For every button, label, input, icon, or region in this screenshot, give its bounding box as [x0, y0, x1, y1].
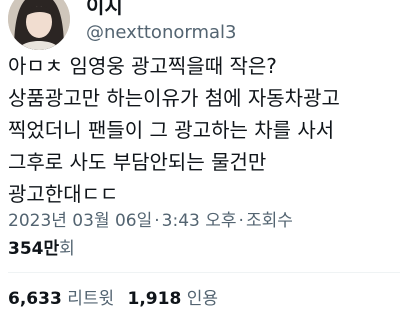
views-number: 354만: [8, 239, 60, 259]
meta-separator: ·: [154, 211, 160, 231]
engagement-stats: 6,633 리트윗 1,918 인용: [8, 284, 226, 309]
retweets-count: 6,633: [8, 289, 62, 309]
retweets-label: 리트윗: [67, 289, 115, 309]
tweet-text-line: 찍었더니 팬들이 그 광고하는 차를 사서: [8, 118, 335, 142]
views-unit: 회: [59, 239, 75, 259]
tweet-meta: 2023년 03월 06일 · 3:43 오후 · 조회수: [8, 206, 293, 231]
tweet-text: 아ㅁㅊ 임영웅 광고찍을때 작은? 상품광고만 하는이유가 첨에 자동차광고 찍…: [8, 50, 398, 210]
tweet-card: 이지 @nexttonormal3 아ㅁㅊ 임영웅 광고찍을때 작은? 상품광고…: [0, 0, 400, 309]
quotes-label: 인용: [186, 289, 218, 309]
quotes-stat[interactable]: 1,918 인용: [128, 289, 226, 309]
divider: [8, 272, 400, 273]
tweet-time[interactable]: 3:43 오후: [162, 211, 237, 231]
retweets-stat[interactable]: 6,633 리트윗: [8, 289, 122, 309]
meta-separator: ·: [238, 211, 244, 231]
tweet-text-line: 상품광고만 하는이유가 첨에 자동차광고: [8, 86, 340, 110]
views-count[interactable]: 354만회: [8, 234, 75, 259]
quotes-count: 1,918: [127, 289, 182, 309]
tweet-date[interactable]: 2023년 03월 06일: [8, 211, 152, 231]
avatar[interactable]: [8, 0, 70, 50]
avatar-photo: [8, 0, 70, 50]
display-name[interactable]: 이지: [86, 0, 123, 19]
tweet-text-line: 그후로 사도 부담안되는 물건만: [8, 150, 267, 174]
views-caption: 조회수: [245, 211, 293, 231]
tweet-text-line: 아ㅁㅊ 임영웅 광고찍을때 작은?: [8, 54, 277, 78]
user-handle[interactable]: @nexttonormal3: [86, 22, 236, 43]
